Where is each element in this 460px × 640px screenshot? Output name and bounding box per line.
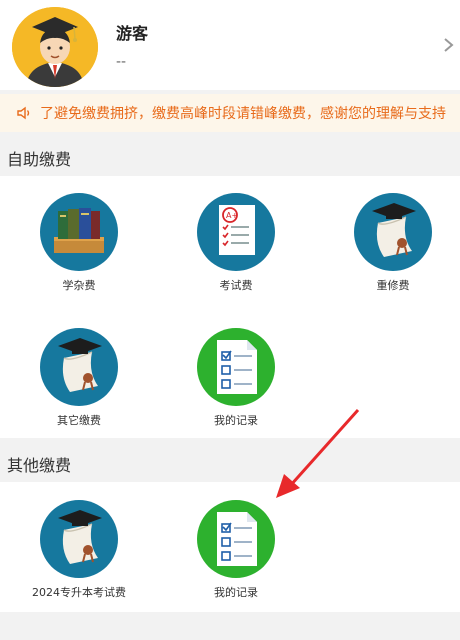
exam-paper-icon: A+ [197,193,275,271]
diploma-icon [40,500,118,578]
speaker-icon [17,106,30,120]
notice-bar: 了避免缴费拥挤，缴费高峰时段请错峰缴费，感谢您的理解与支持 [0,94,460,132]
tile-2024-upgrade-exam-fee[interactable]: 2024专升本考试费 [19,500,139,600]
tile-label: 我的记录 [214,586,258,599]
svg-text:A+: A+ [226,211,238,220]
self-service-panel: 学杂费 A+ 考试费 重修费 其它缴费 我的记录 [0,176,460,438]
diploma-icon [354,193,432,271]
username: 游客 [116,24,149,43]
books-icon [40,193,118,271]
tile-label: 学杂费 [62,279,96,292]
tile-tuition[interactable]: 学杂费 [19,193,139,293]
user-subtitle: -- [116,54,127,70]
tile-other-payments[interactable]: 其它缴费 [19,328,139,428]
tile-label: 考试费 [219,279,253,292]
tile-my-records-other[interactable]: 我的记录 [176,500,296,600]
chevron-right-icon[interactable] [442,35,456,55]
tile-my-records[interactable]: 我的记录 [176,328,296,428]
notice-text: 了避免缴费拥挤，缴费高峰时段请错峰缴费，感谢您的理解与支持 [40,106,446,122]
checklist-icon [197,500,275,578]
profile-header[interactable]: 游客 -- [0,0,460,90]
tile-label: 其它缴费 [57,414,101,427]
other-payments-panel: 2024专升本考试费 我的记录 [0,482,460,612]
section-title-other: 其他缴费 [7,456,72,475]
tile-label: 我的记录 [214,414,258,427]
tile-retake-fee[interactable]: 重修费 [333,193,453,293]
graduate-avatar-icon [12,7,98,87]
section-title-self-service: 自助缴费 [7,150,72,169]
diploma-icon [40,328,118,406]
tile-exam-fee[interactable]: A+ 考试费 [176,193,296,293]
tile-label: 2024专升本考试费 [32,586,126,599]
checklist-icon [197,328,275,406]
tile-label: 重修费 [376,279,410,292]
avatar [12,7,98,87]
